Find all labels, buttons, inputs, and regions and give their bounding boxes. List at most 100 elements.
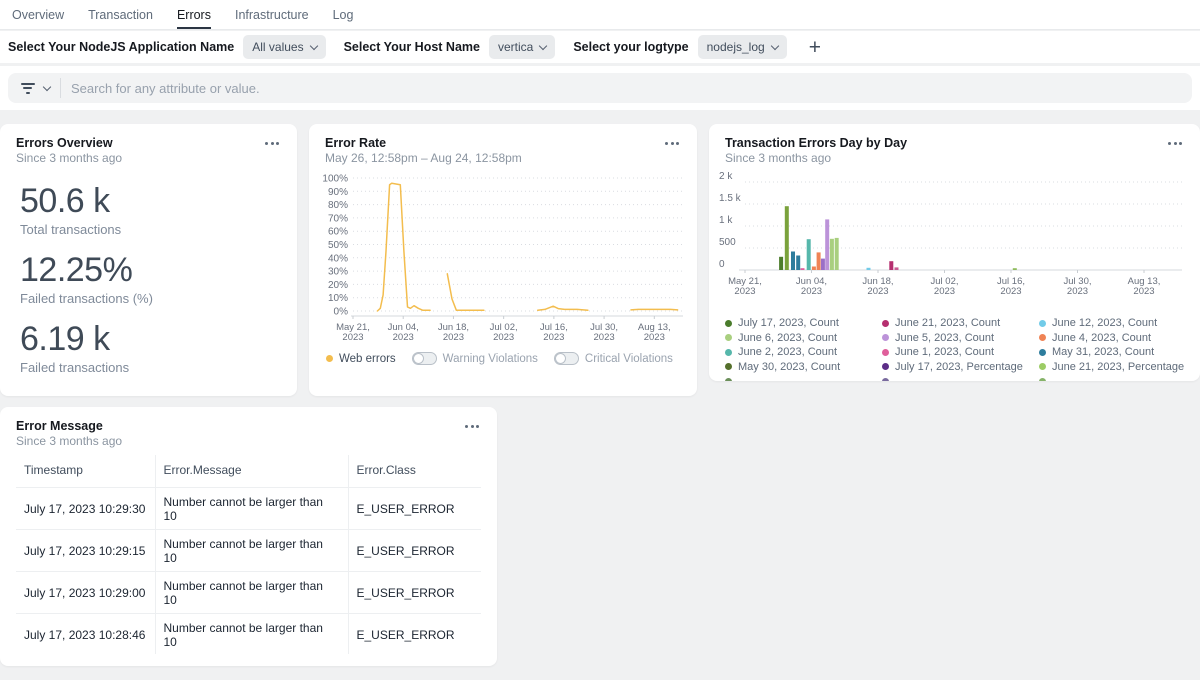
svg-text:2023: 2023: [1067, 286, 1088, 297]
legend-item[interactable]: June 2, 2023, Count: [725, 345, 876, 360]
panel-title: Errors Overview: [16, 136, 113, 150]
svg-text:40%: 40%: [328, 253, 348, 264]
table-cell: July 17, 2023 10:29:15: [16, 530, 155, 572]
metric-value: 6.19 k: [20, 320, 153, 358]
search-input[interactable]: [71, 81, 1180, 96]
panel-title: Error Rate: [325, 136, 386, 150]
search-filter-button[interactable]: [20, 83, 50, 94]
error-message-table-wrap: TimestampError.MessageError.Class July 1…: [16, 455, 481, 654]
legend-item-clipped[interactable]: [882, 374, 1033, 381]
legend-label: July 17, 2023, Count: [738, 317, 839, 329]
filter-value: vertica: [498, 40, 533, 54]
metric-value: 50.6 k: [20, 182, 153, 220]
meatball-menu-icon[interactable]: [263, 138, 281, 148]
svg-text:2023: 2023: [1000, 286, 1021, 297]
legend-dot: [326, 355, 333, 362]
filter-row-groups: Select Your NodeJS Application NameAll v…: [8, 35, 787, 59]
svg-text:2023: 2023: [443, 332, 464, 343]
legend-item[interactable]: July 17, 2023, Percentage: [882, 360, 1033, 375]
svg-text:50%: 50%: [328, 240, 348, 251]
panel-error-message: Error Message Since 3 months ago Timesta…: [0, 407, 497, 666]
metric-label: Failed transactions (%): [20, 291, 153, 306]
panel-transaction-errors: Transaction Errors Day by Day Since 3 mo…: [709, 124, 1200, 381]
legend-toggle-warning-violations[interactable]: Warning Violations: [412, 352, 538, 365]
legend-item[interactable]: May 31, 2023, Count: [1039, 345, 1190, 360]
legend-dot: [725, 334, 732, 341]
metric-value: 12.25%: [20, 251, 153, 289]
legend-item[interactable]: June 6, 2023, Count: [725, 331, 876, 346]
legend-dot: [725, 363, 732, 370]
svg-text:2023: 2023: [543, 332, 564, 343]
legend-label: Critical Violations: [585, 353, 673, 365]
legend-label: June 6, 2023, Count: [738, 332, 837, 344]
legend-dot: [725, 378, 732, 381]
legend-item[interactable]: June 12, 2023, Count: [1039, 316, 1190, 331]
toggle-switch-icon: [554, 352, 579, 365]
legend-label: June 2, 2023, Count: [738, 346, 837, 358]
svg-text:1.5 k: 1.5 k: [719, 193, 742, 204]
tab-log[interactable]: Log: [333, 0, 354, 29]
legend-dot: [1039, 363, 1046, 370]
table-cell: E_USER_ERROR: [348, 572, 481, 614]
panel-title: Transaction Errors Day by Day: [725, 136, 907, 150]
error-message-table: TimestampError.MessageError.Class July 1…: [16, 455, 481, 654]
metric-block: 50.6 kTotal transactions: [20, 182, 153, 237]
legend-item-clipped[interactable]: [1039, 374, 1190, 381]
table-cell: E_USER_ERROR: [348, 614, 481, 655]
filter-row: Select Your NodeJS Application NameAll v…: [0, 31, 1200, 63]
panel-title: Error Message: [16, 419, 103, 433]
tab-infrastructure[interactable]: Infrastructure: [235, 0, 309, 29]
table-column-header: Error.Class: [348, 455, 481, 488]
legend-item[interactable]: June 21, 2023, Percentage: [1039, 360, 1190, 375]
filter-value: All values: [252, 40, 303, 54]
meatball-menu-icon[interactable]: [663, 138, 681, 148]
table-cell: E_USER_ERROR: [348, 530, 481, 572]
svg-text:0%: 0%: [334, 307, 349, 318]
table-cell: Number cannot be larger than 10: [155, 530, 348, 572]
legend-item[interactable]: June 1, 2023, Count: [882, 345, 1033, 360]
transaction-errors-legend: July 17, 2023, Count June 21, 2023, Count…: [725, 316, 1190, 381]
panel-subtitle: Since 3 months ago: [725, 151, 831, 165]
legend-item-web-errors[interactable]: Web errors: [326, 353, 396, 365]
meatball-menu-icon[interactable]: [1166, 138, 1184, 148]
filter-value-dropdown[interactable]: vertica: [489, 35, 555, 59]
legend-item[interactable]: July 17, 2023, Count: [725, 316, 876, 331]
svg-text:100%: 100%: [322, 174, 348, 185]
table-row: July 17, 2023 10:28:46Number cannot be l…: [16, 614, 481, 655]
legend-label: June 1, 2023, Count: [895, 346, 994, 358]
legend-item[interactable]: June 5, 2023, Count: [882, 331, 1033, 346]
add-filter-button[interactable]: +: [809, 37, 821, 58]
tab-transaction[interactable]: Transaction: [88, 0, 153, 29]
svg-text:2023: 2023: [342, 332, 363, 343]
legend-dot: [882, 334, 889, 341]
chevron-down-icon: [43, 82, 51, 90]
legend-dot: [1039, 349, 1046, 356]
legend-item[interactable]: June 21, 2023, Count: [882, 316, 1033, 331]
filter-value-dropdown[interactable]: All values: [243, 35, 325, 59]
svg-text:1 k: 1 k: [719, 215, 733, 226]
svg-text:2023: 2023: [867, 286, 888, 297]
svg-text:90%: 90%: [328, 187, 348, 198]
legend-label: June 21, 2023, Percentage: [1052, 361, 1184, 373]
filter-group-1: Select Your Host Namevertica: [344, 35, 556, 59]
legend-item[interactable]: May 30, 2023, Count: [725, 360, 876, 375]
metric-label: Failed transactions: [20, 360, 153, 375]
tab-overview[interactable]: Overview: [12, 0, 64, 29]
top-nav-tabs: Overview Transaction Errors Infrastructure L…: [0, 0, 1200, 30]
legend-toggle-critical-violations[interactable]: Critical Violations: [554, 352, 673, 365]
funnel-icon: [20, 83, 35, 94]
filter-value-dropdown[interactable]: nodejs_log: [698, 35, 787, 59]
svg-text:2023: 2023: [734, 286, 755, 297]
error-rate-line-chart: 100%90%80%70%60%50%40%30%20%10%0%May 21,…: [317, 172, 689, 348]
error-rate-legend: Web errors Warning Violations Critical Vio…: [326, 352, 673, 365]
table-cell: July 17, 2023 10:28:46: [16, 614, 155, 655]
meatball-menu-icon[interactable]: [463, 421, 481, 431]
legend-item-clipped[interactable]: [725, 374, 876, 381]
legend-dot: [725, 349, 732, 356]
legend-item[interactable]: June 4, 2023, Count: [1039, 331, 1190, 346]
table-cell: Number cannot be larger than 10: [155, 488, 348, 530]
legend-label: July 17, 2023, Percentage: [895, 361, 1023, 373]
svg-text:0: 0: [719, 259, 725, 270]
svg-text:2 k: 2 k: [719, 172, 733, 182]
tab-errors[interactable]: Errors: [177, 0, 211, 29]
